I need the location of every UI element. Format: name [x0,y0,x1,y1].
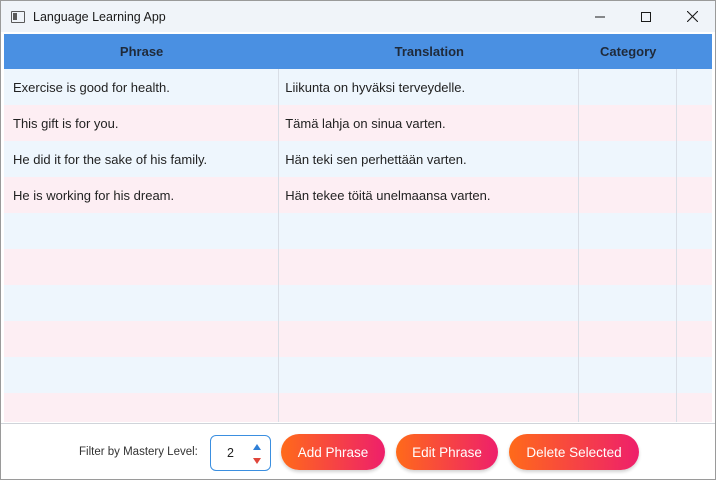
column-header-category[interactable]: Category [579,34,677,69]
window-controls [577,1,715,32]
category-cell[interactable] [579,321,678,357]
app-window-icon [11,10,25,23]
table-row[interactable]: Exercise is good for health. Liikunta on … [4,69,712,105]
phrase-cell[interactable] [4,357,280,393]
table-header: Phrase Translation Category [4,34,712,69]
filter-label: Filter by Mastery Level: [79,446,198,458]
decrement-arrow-icon[interactable] [253,458,261,464]
add-phrase-button[interactable]: Add Phrase [281,434,385,470]
increment-arrow-icon[interactable] [253,444,261,450]
table-row[interactable]: He is working for his dream. Hän tekee tö… [4,177,712,213]
column-header-phrase[interactable]: Phrase [4,34,279,69]
table-row[interactable] [4,213,712,249]
close-icon [686,11,698,22]
translation-cell[interactable] [279,393,580,422]
table-row[interactable] [4,357,712,393]
category-cell[interactable] [579,141,678,177]
window-title: Language Learning App [33,9,166,24]
minimize-icon [595,16,605,17]
mastery-level-value[interactable]: 2 [227,446,234,460]
category-cell[interactable] [579,393,678,422]
app-window: Language Learning App Phrase Translation… [0,0,716,480]
minimize-button[interactable] [577,1,623,32]
column-header-translation[interactable]: Translation [279,34,579,69]
category-cell[interactable] [579,357,678,393]
phrase-cell[interactable] [4,213,280,249]
title-bar[interactable]: Language Learning App [1,1,715,32]
table-row[interactable] [4,249,712,285]
close-button[interactable] [669,1,715,32]
maximize-icon [641,11,651,22]
extra-cell[interactable] [677,69,712,105]
extra-cell[interactable] [677,321,712,357]
translation-cell[interactable]: Liikunta on hyväksi terveydelle. [279,69,580,105]
extra-cell[interactable] [677,357,712,393]
phrase-cell[interactable]: Exercise is good for health. [4,69,280,105]
phrase-cell[interactable] [4,249,280,285]
extra-cell[interactable] [677,105,712,141]
table-row[interactable]: He did it for the sake of his family. Hän… [4,141,712,177]
translation-cell[interactable]: Hän tekee töitä unelmaansa varten. [279,177,580,213]
maximize-button[interactable] [623,1,669,32]
table-row[interactable] [4,393,712,422]
extra-cell[interactable] [677,249,712,285]
phrase-table[interactable]: Phrase Translation Category Exercise is … [4,34,712,422]
footer-toolbar: Filter by Mastery Level: 2 Add Phrase Ed… [1,423,715,479]
table-row[interactable]: This gift is for you. Tämä lahja on sinua… [4,105,712,141]
extra-cell[interactable] [677,213,712,249]
edit-phrase-button[interactable]: Edit Phrase [396,434,498,470]
table-row[interactable] [4,285,712,321]
table-row[interactable] [4,321,712,357]
extra-cell[interactable] [677,393,712,422]
translation-cell[interactable] [279,285,580,321]
category-cell[interactable] [579,213,678,249]
category-cell[interactable] [579,249,678,285]
translation-cell[interactable] [279,321,580,357]
category-cell[interactable] [579,177,678,213]
column-header-extra[interactable] [677,34,712,69]
delete-selected-button[interactable]: Delete Selected [509,434,639,470]
mastery-level-spinner[interactable]: 2 [210,435,271,471]
phrase-cell[interactable] [4,393,280,422]
extra-cell[interactable] [677,285,712,321]
translation-cell[interactable]: Hän teki sen perhettään varten. [279,141,580,177]
translation-cell[interactable]: Tämä lahja on sinua varten. [279,105,580,141]
translation-cell[interactable] [279,357,580,393]
translation-cell[interactable] [279,249,580,285]
phrase-cell[interactable]: He did it for the sake of his family. [4,141,280,177]
phrase-cell[interactable]: This gift is for you. [4,105,280,141]
category-cell[interactable] [579,285,678,321]
translation-cell[interactable] [279,213,580,249]
category-cell[interactable] [579,105,678,141]
table-body: Exercise is good for health. Liikunta on … [4,69,712,422]
extra-cell[interactable] [677,177,712,213]
phrase-cell[interactable]: He is working for his dream. [4,177,280,213]
category-cell[interactable] [579,69,678,105]
extra-cell[interactable] [677,141,712,177]
phrase-cell[interactable] [4,285,280,321]
phrase-cell[interactable] [4,321,280,357]
